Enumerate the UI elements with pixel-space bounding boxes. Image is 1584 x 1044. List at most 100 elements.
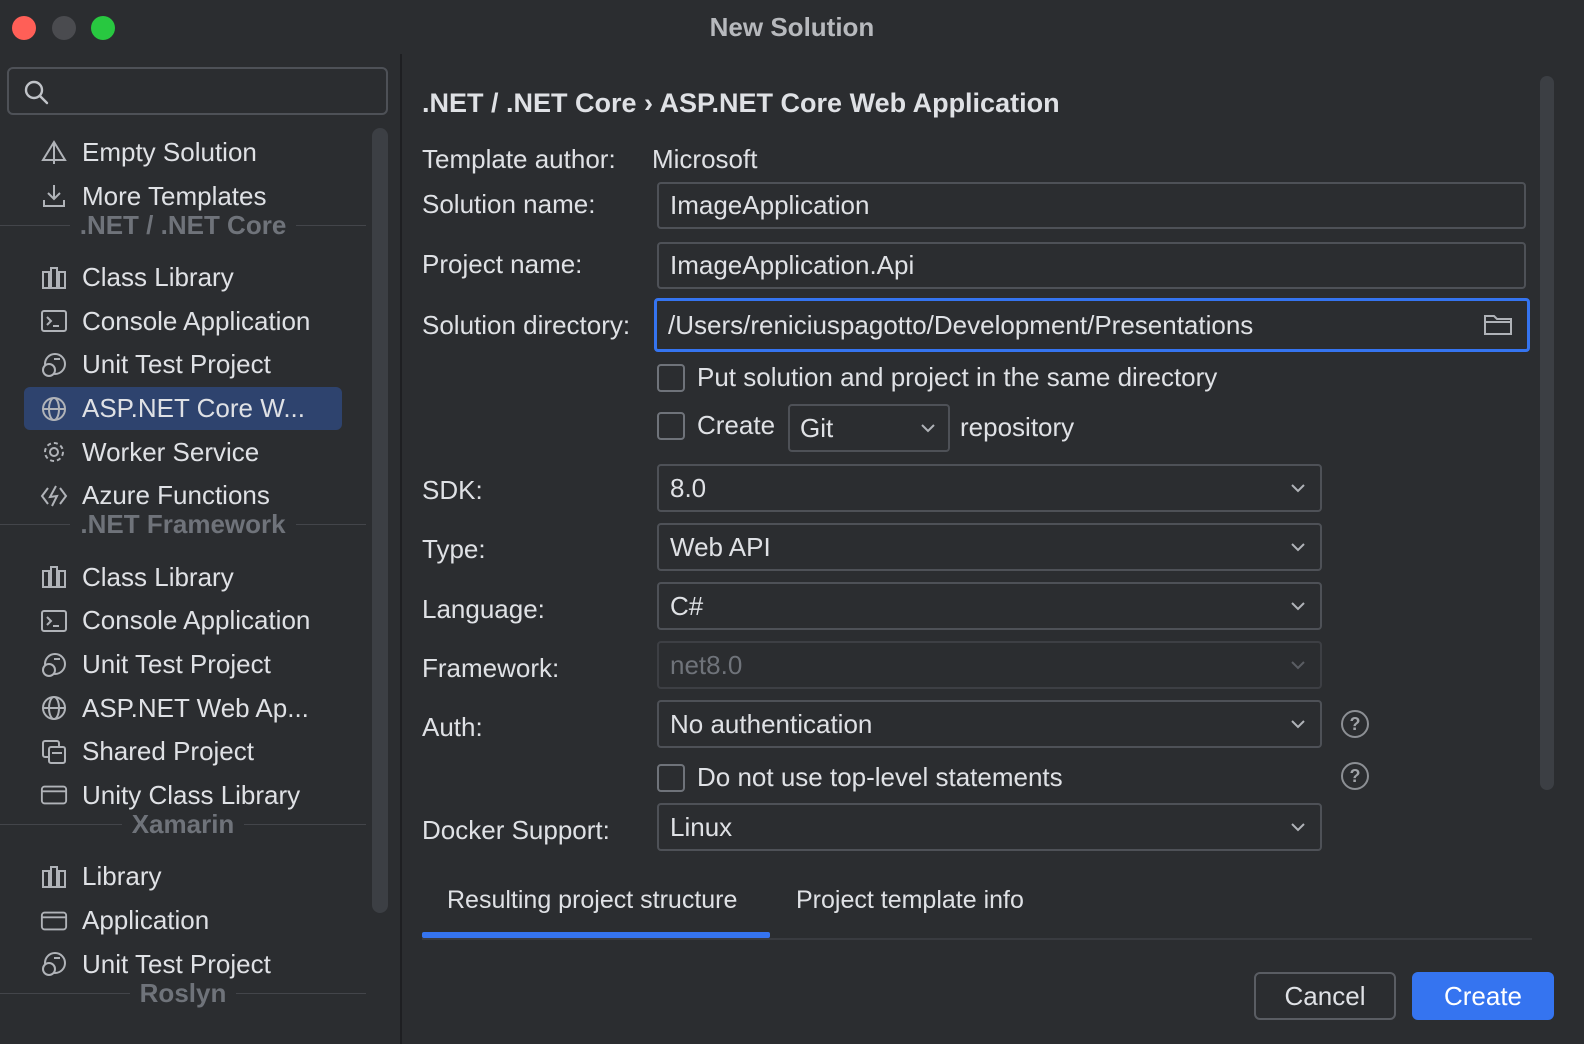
solution-directory-label: Solution directory: [422, 310, 631, 340]
sidebar-item-template[interactable]: ASP.NET Web Ap... [24, 687, 342, 730]
top-level-statements-option[interactable]: Do not use top-level statements [657, 762, 1063, 793]
type-select[interactable]: Web API [657, 523, 1322, 571]
chevron-down-icon [921, 424, 935, 433]
sidebar-item-template[interactable]: Unit Test Project [24, 343, 342, 386]
chevron-down-icon [1291, 661, 1305, 670]
sidebar-group-label: .NET / .NET Core [79, 209, 287, 240]
library-icon [38, 561, 70, 593]
type-label: Type: [422, 534, 486, 564]
globe-icon [38, 393, 70, 425]
group-divider [0, 524, 71, 526]
window-icon [38, 905, 70, 937]
chevron-down-icon [1291, 720, 1305, 729]
create-repo-label: Create [697, 410, 776, 440]
auth-select[interactable]: No authentication [657, 700, 1322, 748]
sidebar-item-template[interactable]: ASP.NET Core W... [24, 387, 342, 430]
globe-icon [38, 692, 70, 724]
window-title: New Solution [709, 12, 875, 42]
sidebar-item-template[interactable]: Empty Solution [24, 131, 342, 174]
repository-label: repository [960, 412, 1075, 442]
sidebar-group-label: Roslyn [139, 977, 227, 1008]
group-divider [0, 992, 130, 994]
search-icon [24, 80, 49, 105]
sidebar-item-template[interactable]: Shared Project [24, 730, 342, 773]
template-search-box[interactable] [7, 67, 388, 115]
shared-project-icon [38, 736, 70, 768]
template-search-input[interactable] [61, 75, 381, 107]
sidebar-group-label: Xamarin [131, 808, 235, 839]
same-directory-checkbox[interactable] [657, 363, 685, 392]
window-icon [38, 779, 70, 811]
cancel-button[interactable]: Cancel [1254, 972, 1396, 1020]
chevron-down-icon [1291, 484, 1305, 493]
language-label: Language: [422, 594, 545, 624]
sidebar-group-header: Xamarin [0, 808, 367, 839]
solution-directory-input[interactable] [654, 298, 1530, 352]
group-divider [295, 524, 367, 526]
page-title: .NET / .NET Core › ASP.NET Core Web Appl… [422, 88, 1060, 118]
sidebar-item-label: Unit Test Project [82, 948, 271, 979]
type-select-value: Web API [670, 531, 771, 562]
sidebar-item-template[interactable]: Console Application [24, 599, 342, 642]
sidebar-item-template[interactable]: Application [24, 899, 342, 942]
language-select[interactable]: C# [657, 582, 1322, 630]
sidebar-item-template[interactable]: Library [24, 855, 342, 898]
sdk-label: SDK: [422, 475, 483, 505]
solution-name-label: Solution name: [422, 189, 596, 219]
sidebar-item-label: Empty Solution [82, 137, 257, 167]
top-level-statements-checkbox[interactable] [657, 763, 685, 792]
browse-folder-icon[interactable] [1482, 310, 1514, 338]
same-directory-option[interactable]: Put solution and project in the same dir… [657, 362, 1217, 393]
unit-test-icon [38, 349, 70, 381]
gear-icon [38, 436, 70, 468]
create-repo-option[interactable]: Create [657, 410, 775, 441]
docker-support-select[interactable]: Linux [657, 803, 1322, 851]
sdk-select[interactable]: 8.0 [657, 464, 1322, 512]
active-tab-indicator [422, 932, 770, 938]
sidebar-item-template[interactable]: Console Application [24, 300, 342, 343]
template-settings-panel: .NET / .NET Core › ASP.NET Core Web Appl… [404, 54, 1584, 1044]
sidebar-item-template[interactable]: Unit Test Project [24, 643, 342, 686]
sidebar-group-header: Roslyn [0, 978, 366, 1008]
group-divider [0, 823, 122, 825]
group-divider [244, 823, 367, 825]
tab-template-info[interactable]: Project template info [796, 886, 1024, 915]
chevron-down-icon [1291, 602, 1305, 611]
sidebar-item-label: More Templates [82, 180, 267, 211]
group-divider [296, 224, 367, 226]
tab-resulting-structure[interactable]: Resulting project structure [447, 886, 737, 915]
group-divider [0, 224, 70, 226]
unit-test-icon [38, 948, 70, 980]
docker-support-label: Docker Support: [422, 815, 610, 845]
group-divider [236, 992, 366, 994]
sidebar-item-label: Unit Test Project [82, 349, 271, 380]
project-name-input[interactable] [657, 242, 1526, 289]
language-select-value: C# [670, 590, 704, 621]
vcs-select-value: Git [800, 412, 834, 443]
details-tabs: Resulting project structure Project temp… [422, 876, 1532, 940]
main-scrollbar[interactable] [1540, 76, 1554, 790]
sidebar-group-label: .NET Framework [80, 509, 286, 540]
framework-select-value: net8.0 [670, 649, 743, 680]
chevron-down-icon [1291, 543, 1305, 552]
sidebar-item-template[interactable]: Class Library [24, 256, 342, 299]
sidebar-group-header: .NET Framework [0, 509, 367, 540]
create-repo-checkbox[interactable] [657, 411, 685, 440]
console-icon [38, 305, 70, 337]
unit-test-icon [38, 649, 70, 681]
download-icon [38, 180, 70, 212]
create-button[interactable]: Create [1412, 972, 1554, 1020]
solution-name-input[interactable] [657, 182, 1526, 229]
sidebar-item-template[interactable]: Class Library [24, 556, 342, 599]
framework-select: net8.0 [657, 641, 1322, 689]
top-level-statements-label: Do not use top-level statements [697, 762, 1063, 792]
sidebar-item-label: Worker Service [82, 436, 260, 467]
vcs-select[interactable]: Git [788, 404, 950, 452]
auth-help-icon[interactable]: ? [1341, 710, 1369, 738]
sidebar-item-label: Class Library [82, 561, 234, 592]
sidebar-item-template[interactable]: Worker Service [24, 431, 342, 474]
top-level-help-icon[interactable]: ? [1341, 762, 1369, 790]
sdk-select-value: 8.0 [670, 472, 707, 503]
sidebar-item-label: Class Library [82, 262, 234, 293]
sidebar-scrollbar[interactable] [372, 128, 388, 913]
